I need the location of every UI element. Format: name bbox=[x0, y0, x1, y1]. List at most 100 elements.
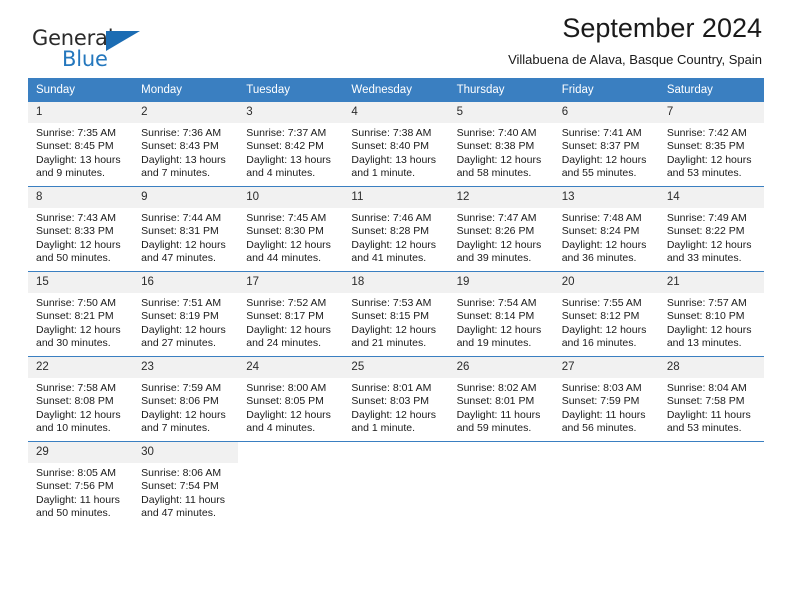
day-details: Sunrise: 7:37 AM Sunset: 8:42 PM Daylight:… bbox=[238, 123, 343, 181]
day-cell[interactable]: 10 Sunrise: 7:45 AM Sunset: 8:30 PM Dayligh… bbox=[238, 187, 344, 272]
sunset-text: Sunset: 8:03 PM bbox=[351, 395, 430, 408]
day-details: Sunrise: 7:45 AM Sunset: 8:30 PM Daylight:… bbox=[238, 208, 343, 266]
daylight-text: Daylight: 11 hours and 47 minutes. bbox=[141, 493, 225, 520]
calendar-cell: 20 Sunrise: 7:55 AM Sunset: 8:12 PM Dayligh… bbox=[553, 271, 659, 357]
day-number: 20 bbox=[553, 272, 659, 293]
sunrise-text: Sunrise: 7:43 AM bbox=[36, 211, 116, 224]
sunrise-text: Sunrise: 8:00 AM bbox=[246, 381, 327, 394]
day-number: 9 bbox=[133, 187, 239, 208]
day-number: 30 bbox=[133, 442, 239, 463]
day-number: 18 bbox=[343, 272, 449, 293]
calendar-cell: 2 Sunrise: 7:36 AM Sunset: 8:43 PM Daylight… bbox=[133, 102, 239, 187]
calendar-page: General Blue September 2024 Villabuena d… bbox=[0, 0, 792, 612]
sunset-text: Sunset: 8:37 PM bbox=[561, 140, 640, 153]
sunset-text: Sunset: 8:40 PM bbox=[351, 140, 430, 153]
sunrise-text: Sunrise: 8:04 AM bbox=[666, 381, 747, 394]
page-title: September 2024 bbox=[562, 13, 762, 43]
sunset-text: Sunset: 8:30 PM bbox=[246, 225, 324, 238]
sunset-text: Sunset: 8:14 PM bbox=[456, 310, 535, 323]
sunrise-text: Sunrise: 7:57 AM bbox=[666, 296, 747, 309]
day-cell[interactable]: 24 Sunrise: 8:00 AM Sunset: 8:05 PM Dayligh… bbox=[238, 357, 344, 442]
day-cell[interactable]: 3 Sunrise: 7:37 AM Sunset: 8:42 PM Daylight… bbox=[238, 102, 344, 187]
daylight-text: Daylight: 11 hours and 53 minutes. bbox=[666, 408, 751, 435]
brand-logo[interactable]: General Blue bbox=[32, 28, 152, 80]
calendar-week-row: 15 Sunrise: 7:50 AM Sunset: 8:21 PM Dayligh… bbox=[28, 271, 764, 357]
day-cell[interactable]: 27 Sunrise: 8:03 AM Sunset: 7:59 PM Dayligh… bbox=[553, 357, 659, 442]
day-number: 15 bbox=[28, 272, 134, 293]
triangle-icon bbox=[106, 31, 140, 51]
sunset-text: Sunset: 7:59 PM bbox=[561, 395, 640, 408]
sunrise-text: Sunrise: 7:35 AM bbox=[36, 126, 116, 139]
sunset-text: Sunset: 8:19 PM bbox=[141, 310, 219, 323]
day-cell[interactable]: 28 Sunrise: 8:04 AM Sunset: 7:58 PM Dayligh… bbox=[658, 357, 764, 442]
day-cell[interactable]: 8 Sunrise: 7:43 AM Sunset: 8:33 PM Daylight… bbox=[28, 187, 134, 272]
day-cell[interactable]: 30 Sunrise: 8:06 AM Sunset: 7:54 PM Dayligh… bbox=[133, 442, 239, 527]
title-block: September 2024 Villabuena de Alava, Basq… bbox=[508, 13, 762, 67]
calendar-cell: 27 Sunrise: 8:03 AM Sunset: 7:59 PM Dayligh… bbox=[553, 356, 659, 442]
day-cell[interactable]: 18 Sunrise: 7:53 AM Sunset: 8:15 PM Dayligh… bbox=[343, 272, 449, 357]
day-number: 13 bbox=[553, 187, 659, 208]
day-details: Sunrise: 8:01 AM Sunset: 8:03 PM Daylight:… bbox=[343, 378, 448, 436]
day-cell[interactable]: 12 Sunrise: 7:47 AM Sunset: 8:26 PM Dayligh… bbox=[448, 187, 554, 272]
calendar-cell: 9 Sunrise: 7:44 AM Sunset: 8:31 PM Daylight… bbox=[133, 186, 239, 272]
daylight-text: Daylight: 12 hours and 4 minutes. bbox=[246, 408, 331, 435]
day-number: 11 bbox=[343, 187, 449, 208]
sunrise-text: Sunrise: 7:50 AM bbox=[36, 296, 116, 309]
day-number: 21 bbox=[658, 272, 764, 293]
daylight-text: Daylight: 12 hours and 47 minutes. bbox=[141, 238, 226, 265]
daylight-text: Daylight: 12 hours and 27 minutes. bbox=[141, 323, 226, 350]
day-cell[interactable]: 29 Sunrise: 8:05 AM Sunset: 7:56 PM Dayligh… bbox=[28, 442, 134, 527]
day-details: Sunrise: 7:41 AM Sunset: 8:37 PM Daylight:… bbox=[554, 123, 659, 181]
day-cell[interactable]: 14 Sunrise: 7:49 AM Sunset: 8:22 PM Dayligh… bbox=[658, 187, 764, 272]
day-cell[interactable]: 6 Sunrise: 7:41 AM Sunset: 8:37 PM Daylight… bbox=[553, 102, 659, 187]
day-number: 3 bbox=[238, 102, 344, 123]
sunset-text: Sunset: 8:35 PM bbox=[666, 140, 745, 153]
day-cell[interactable]: 23 Sunrise: 7:59 AM Sunset: 8:06 PM Dayligh… bbox=[133, 357, 239, 442]
day-details: Sunrise: 8:05 AM Sunset: 7:56 PM Daylight:… bbox=[28, 463, 133, 521]
sunrise-text: Sunrise: 8:05 AM bbox=[36, 466, 116, 479]
day-cell[interactable]: 22 Sunrise: 7:58 AM Sunset: 8:08 PM Dayligh… bbox=[28, 357, 134, 442]
day-cell[interactable]: 15 Sunrise: 7:50 AM Sunset: 8:21 PM Dayligh… bbox=[28, 272, 134, 357]
day-cell[interactable]: 7 Sunrise: 7:42 AM Sunset: 8:35 PM Daylight… bbox=[658, 102, 764, 187]
sunrise-text: Sunrise: 8:01 AM bbox=[351, 381, 432, 394]
day-cell[interactable]: 1 Sunrise: 7:35 AM Sunset: 8:45 PM Daylight… bbox=[28, 102, 134, 187]
day-number bbox=[449, 442, 554, 458]
sunset-text: Sunset: 8:08 PM bbox=[36, 395, 114, 408]
day-cell[interactable]: 16 Sunrise: 7:51 AM Sunset: 8:19 PM Dayligh… bbox=[133, 272, 239, 357]
day-cell[interactable]: 9 Sunrise: 7:44 AM Sunset: 8:31 PM Daylight… bbox=[133, 187, 239, 272]
day-cell[interactable]: 13 Sunrise: 7:48 AM Sunset: 8:24 PM Dayligh… bbox=[553, 187, 659, 272]
day-details: Sunrise: 7:50 AM Sunset: 8:21 PM Daylight:… bbox=[28, 293, 133, 351]
day-number: 8 bbox=[28, 187, 134, 208]
day-cell[interactable]: 25 Sunrise: 8:01 AM Sunset: 8:03 PM Dayligh… bbox=[343, 357, 449, 442]
calendar-cell bbox=[343, 441, 449, 527]
day-details: Sunrise: 8:00 AM Sunset: 8:05 PM Daylight:… bbox=[238, 378, 343, 436]
sunset-text: Sunset: 8:42 PM bbox=[246, 140, 324, 153]
sunset-text: Sunset: 7:58 PM bbox=[666, 395, 745, 408]
daylight-text: Daylight: 13 hours and 9 minutes. bbox=[36, 153, 121, 180]
calendar-cell bbox=[658, 441, 764, 527]
day-details: Sunrise: 7:40 AM Sunset: 8:38 PM Daylight:… bbox=[449, 123, 554, 181]
daylight-text: Daylight: 12 hours and 36 minutes. bbox=[561, 238, 647, 265]
sunrise-text: Sunrise: 7:55 AM bbox=[561, 296, 642, 309]
day-cell[interactable]: 26 Sunrise: 8:02 AM Sunset: 8:01 PM Dayligh… bbox=[448, 357, 554, 442]
calendar-cell: 25 Sunrise: 8:01 AM Sunset: 8:03 PM Dayligh… bbox=[343, 356, 449, 442]
day-cell[interactable]: 19 Sunrise: 7:54 AM Sunset: 8:14 PM Dayligh… bbox=[448, 272, 554, 357]
day-number: 16 bbox=[133, 272, 239, 293]
day-cell[interactable]: 17 Sunrise: 7:52 AM Sunset: 8:17 PM Dayligh… bbox=[238, 272, 344, 357]
day-details: Sunrise: 7:59 AM Sunset: 8:06 PM Daylight:… bbox=[133, 378, 238, 436]
day-details: Sunrise: 7:49 AM Sunset: 8:22 PM Daylight:… bbox=[659, 208, 764, 266]
sunset-text: Sunset: 8:45 PM bbox=[36, 140, 114, 153]
day-cell[interactable]: 20 Sunrise: 7:55 AM Sunset: 8:12 PM Dayligh… bbox=[553, 272, 659, 357]
day-details: Sunrise: 7:36 AM Sunset: 8:43 PM Daylight:… bbox=[133, 123, 238, 181]
day-cell[interactable]: 4 Sunrise: 7:38 AM Sunset: 8:40 PM Daylight… bbox=[343, 102, 449, 187]
day-cell[interactable]: 21 Sunrise: 7:57 AM Sunset: 8:10 PM Dayligh… bbox=[658, 272, 764, 357]
day-cell[interactable]: 5 Sunrise: 7:40 AM Sunset: 8:38 PM Daylight… bbox=[448, 102, 554, 187]
calendar-cell: 12 Sunrise: 7:47 AM Sunset: 8:26 PM Dayligh… bbox=[448, 186, 554, 272]
day-number: 19 bbox=[448, 272, 554, 293]
sunrise-text: Sunrise: 8:06 AM bbox=[141, 466, 222, 479]
day-details: Sunrise: 7:57 AM Sunset: 8:10 PM Daylight:… bbox=[659, 293, 764, 351]
day-cell[interactable]: 2 Sunrise: 7:36 AM Sunset: 8:43 PM Daylight… bbox=[133, 102, 239, 187]
sunset-text: Sunset: 8:33 PM bbox=[36, 225, 114, 238]
daylight-text: Daylight: 13 hours and 7 minutes. bbox=[141, 153, 226, 180]
day-cell[interactable]: 11 Sunrise: 7:46 AM Sunset: 8:28 PM Dayligh… bbox=[343, 187, 449, 272]
